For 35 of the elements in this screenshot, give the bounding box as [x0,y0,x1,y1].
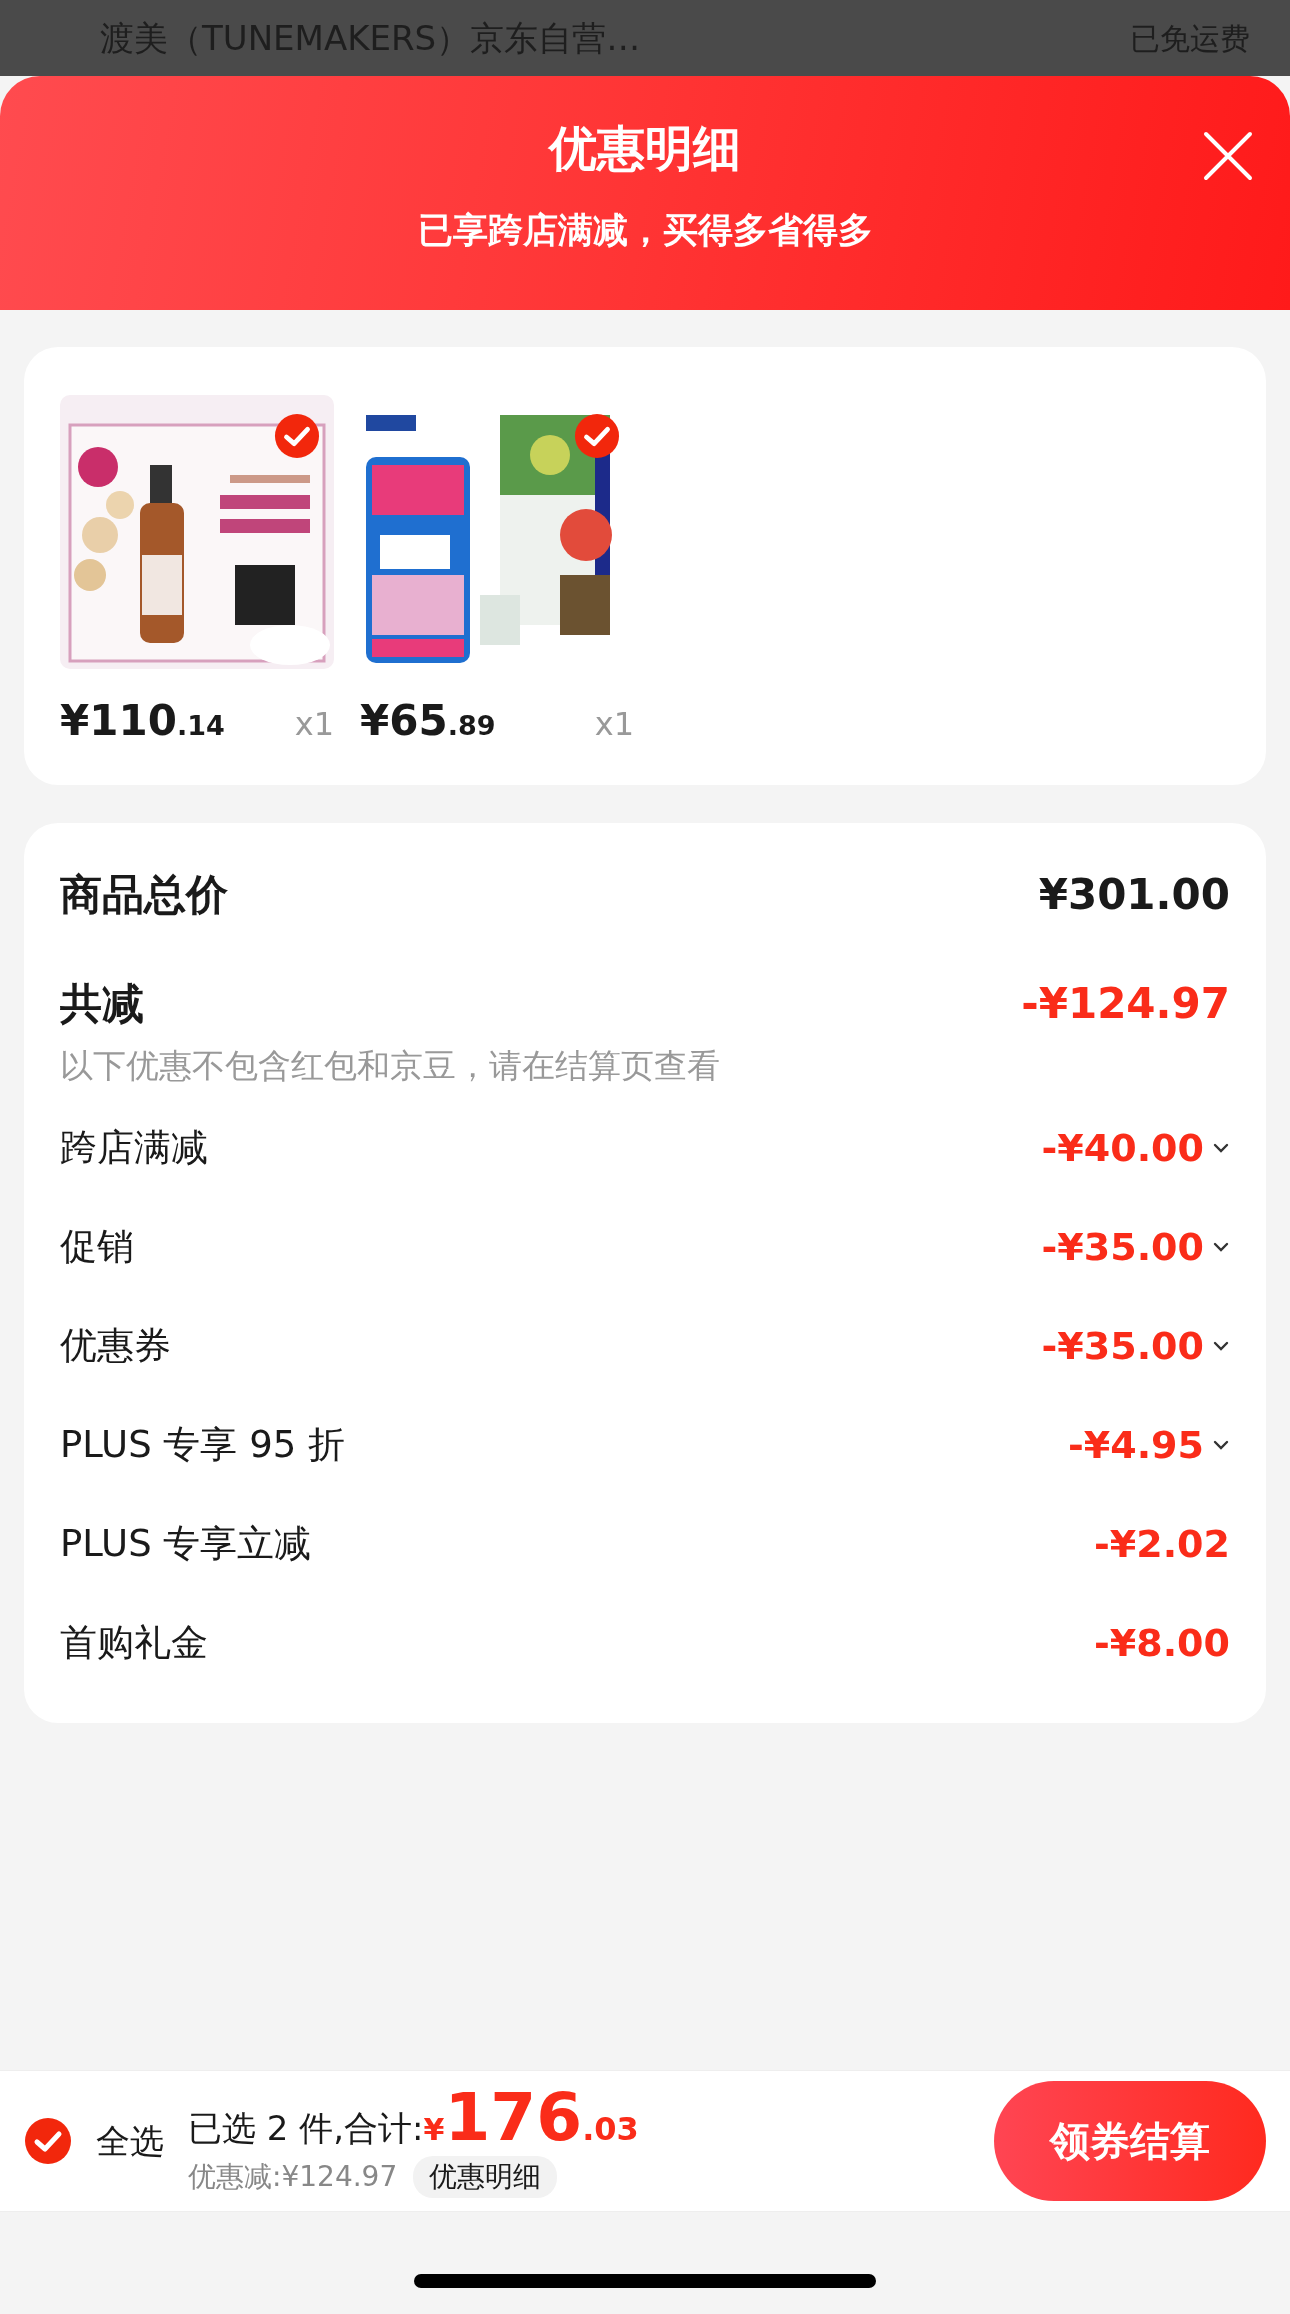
chevron-down-icon [1212,1339,1230,1353]
product-price: ¥110.14 [60,695,225,747]
total-amount: ¥176.03 [423,2084,639,2151]
discount-label: 首购礼金 [60,1620,208,1667]
total-label: 商品总价 [60,869,228,921]
saved-amount: 优惠减:¥124.97 [188,2158,398,2195]
discount-label: PLUS 专享 95 折 [60,1422,345,1469]
checkout-button[interactable]: 领券结算 [994,2081,1266,2201]
chevron-down-icon [1212,1141,1230,1155]
discount-detail-button[interactable]: 优惠明细 [413,2155,558,2198]
reduce-value: -¥124.97 [1021,978,1230,1030]
discount-label: 优惠券 [60,1323,171,1370]
discount-amount: -¥8.00 [1094,1619,1230,1667]
chevron-down-icon [1212,1240,1230,1254]
product-quantity: x1 [594,704,634,745]
product-quantity: x1 [294,704,334,745]
discount-label: 促销 [60,1224,134,1271]
reduce-label: 共减 [60,978,144,1030]
product-checkbox[interactable] [274,413,320,459]
discount-amount[interactable]: -¥40.00 [1041,1119,1230,1177]
discount-amount[interactable]: -¥35.00 [1041,1317,1230,1375]
discount-label: 跨店满减 [60,1125,208,1172]
product-price: ¥65.89 [360,695,496,747]
note-text: 以下优惠不包含红包和京豆，请在结算页查看 [60,1045,721,1087]
discount-amount[interactable]: -¥4.95 [1068,1416,1230,1474]
discount-label: PLUS 专享立减 [60,1521,312,1568]
sheet-subtitle: 已享跨店满减，买得多省得多 [417,208,873,252]
total-value: ¥301.00 [1038,869,1230,921]
discount-amount[interactable]: -¥35.00 [1041,1218,1230,1276]
select-all-button[interactable]: 全选 [24,2115,164,2167]
discount-amount: -¥2.02 [1094,1520,1230,1568]
sheet-title: 优惠明细 [549,120,741,178]
product-checkbox[interactable] [574,413,620,459]
selected-summary: 已选 2 件,合计: [188,2106,424,2150]
chevron-down-icon [1212,1438,1230,1452]
